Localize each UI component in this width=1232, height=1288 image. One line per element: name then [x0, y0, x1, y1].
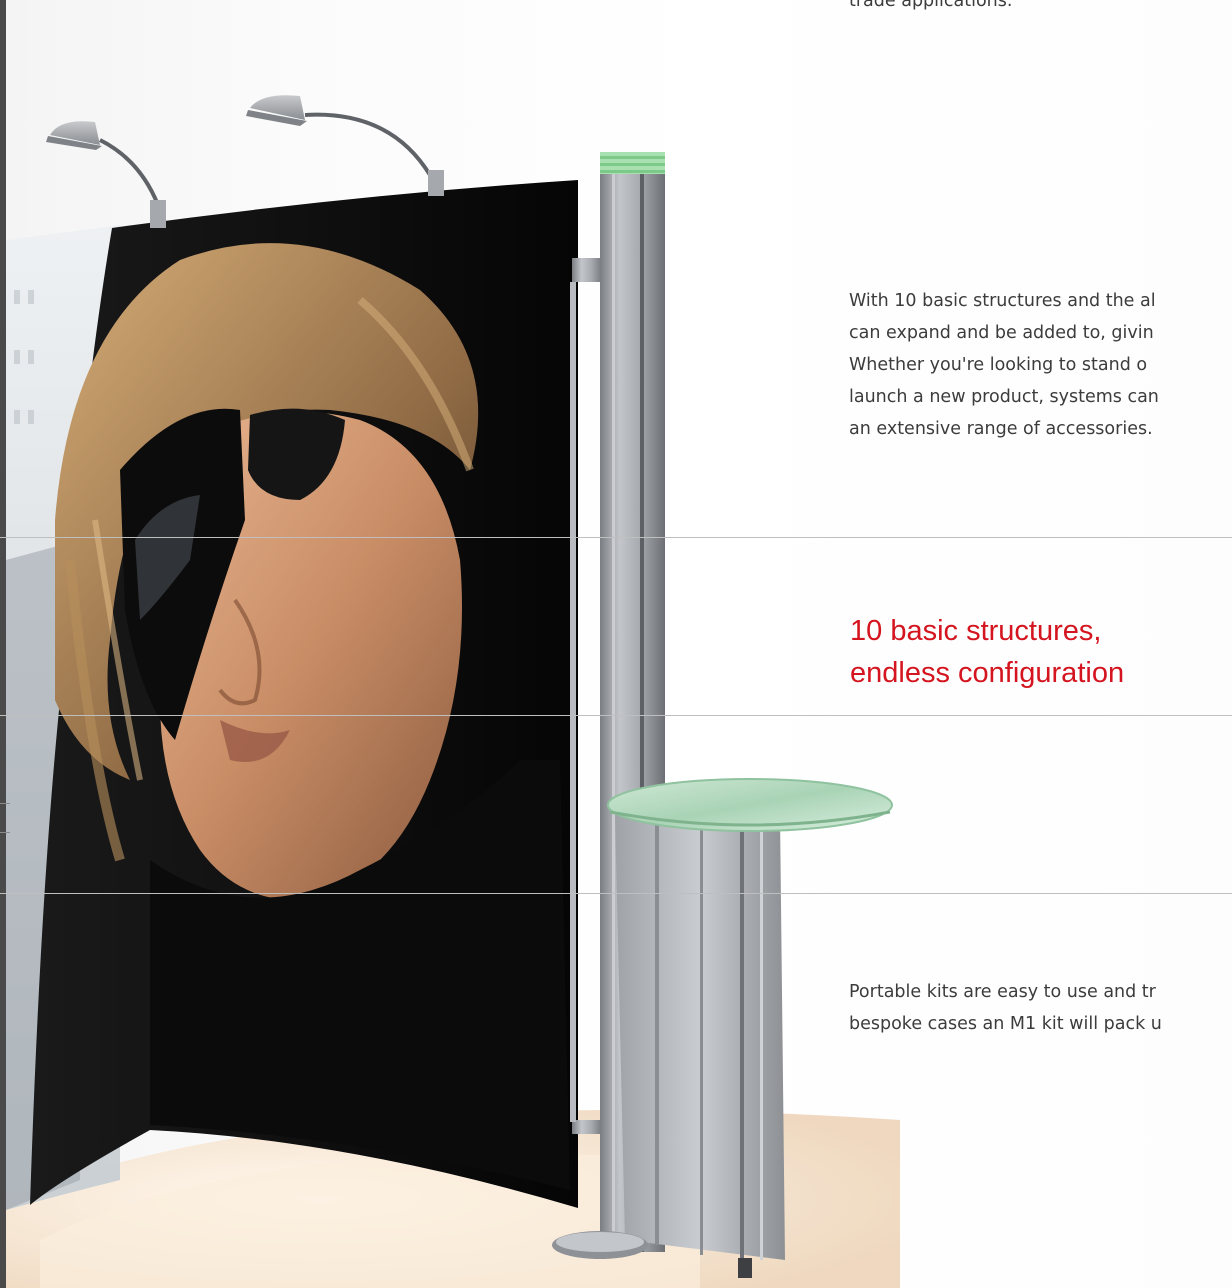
- top-text-fragment: trade applications.: [849, 0, 1012, 17]
- text-line: an extensive range of accessories.: [849, 419, 1153, 439]
- text-line: Whether you're looking to stand o: [849, 355, 1148, 375]
- section-heading: 10 basic structures, endless configurati…: [850, 610, 1124, 694]
- intro-paragraph: With 10 basic structures and the al can …: [849, 285, 1159, 445]
- brochure-page: trade applications. With 10 basic struct…: [0, 0, 1232, 1288]
- horizontal-rule: [0, 715, 1232, 716]
- edge-tick-mark: [0, 803, 10, 804]
- text-line: can expand and be added to, givin: [849, 323, 1154, 343]
- text-line: trade applications.: [849, 0, 1013, 11]
- text-line: launch a new product, systems can: [849, 387, 1159, 407]
- text-line: With 10 basic structures and the al: [849, 291, 1156, 311]
- horizontal-rule: [0, 893, 1232, 894]
- horizontal-rule: [0, 537, 1232, 538]
- heading-line: 10 basic structures,: [850, 615, 1102, 647]
- portable-paragraph: Portable kits are easy to use and tr bes…: [849, 976, 1162, 1040]
- edge-tick-mark: [0, 832, 10, 833]
- text-line: bespoke cases an M1 kit will pack u: [849, 1014, 1162, 1034]
- display-stand-photo: [6, 95, 900, 1288]
- heading-line: endless configuration: [850, 657, 1125, 689]
- text-line: Portable kits are easy to use and tr: [849, 982, 1156, 1002]
